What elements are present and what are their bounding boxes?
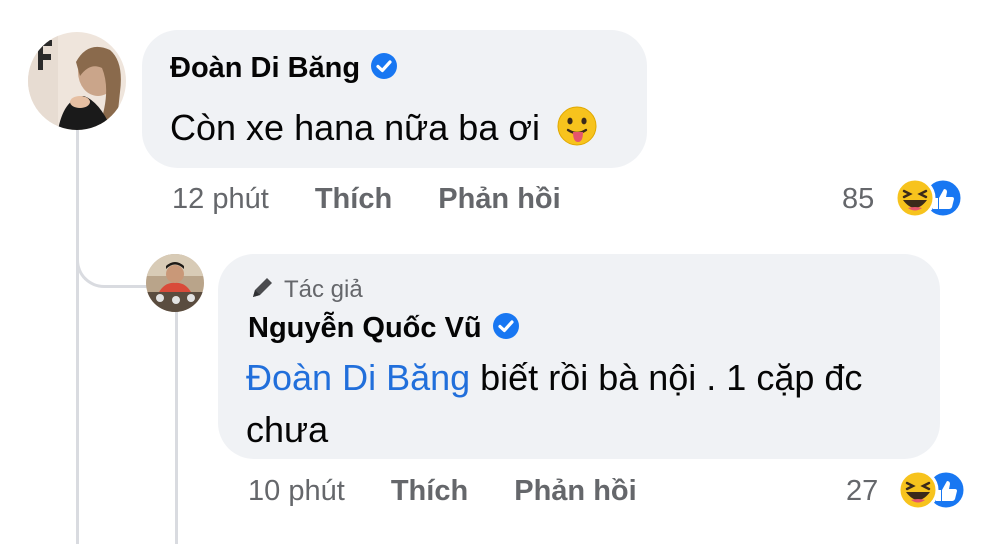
comment-author[interactable]: Đoàn Di Băng [170,52,398,85]
reply-text-line1: biết rồi bà nội . 1 cặp đc [470,357,863,398]
comment-author-name[interactable]: Đoàn Di Băng [170,52,360,84]
avatar-image [146,254,204,312]
author-badge: Tác giả [248,276,363,305]
reply-reactions[interactable] [896,468,968,512]
reply-text: Đoàn Di Băng biết rồi bà nội . 1 cặp đc … [246,352,926,456]
avatar-doan-di-bang[interactable] [28,32,126,130]
comment-text: Còn xe hana nữa ba ơi [170,102,598,154]
reply-author[interactable]: Nguyễn Quốc Vũ [248,312,520,345]
like-button[interactable]: Thích [315,183,392,216]
reply-reaction-count[interactable]: 27 [846,475,878,508]
comment-reactions[interactable] [893,176,965,220]
verified-badge-icon [371,53,398,80]
verified-badge-icon [492,313,519,340]
comment-text-body: Còn xe hana nữa ba ơi [170,107,540,148]
reply-timestamp[interactable]: 10 phút [248,475,345,508]
thread-line-reply [175,312,178,544]
comment-bubble: Đoàn Di Băng Còn xe hana nữa ba ơi [142,30,647,168]
thread-line-main [76,128,79,544]
comment-actions: 12 phút Thích Phản hồi [172,183,561,216]
reply-bubble: Tác giả Nguyễn Quốc Vũ Đoàn Di Băng biết… [218,254,940,459]
comment-reaction-count[interactable]: 85 [842,183,874,216]
author-badge-label: Tác giả [284,276,363,303]
like-button[interactable]: Thích [391,475,468,508]
haha-icon [897,469,939,511]
avatar-image [28,32,126,130]
reply-text-line2: chưa [246,409,329,450]
reply-button[interactable]: Phản hồi [514,475,636,508]
reply-author-name[interactable]: Nguyễn Quốc Vũ [248,312,482,344]
pencil-icon [253,277,272,297]
mention-link[interactable]: Đoàn Di Băng [246,357,470,398]
reply-actions: 10 phút Thích Phản hồi [248,475,637,508]
thread-line-reply-curve [76,230,149,288]
avatar-nguyen-quoc-vu[interactable] [146,254,204,312]
tongue-out-emoji-icon [556,105,598,147]
comment-timestamp[interactable]: 12 phút [172,183,269,216]
reply-button[interactable]: Phản hồi [438,183,560,216]
haha-icon [894,177,936,219]
